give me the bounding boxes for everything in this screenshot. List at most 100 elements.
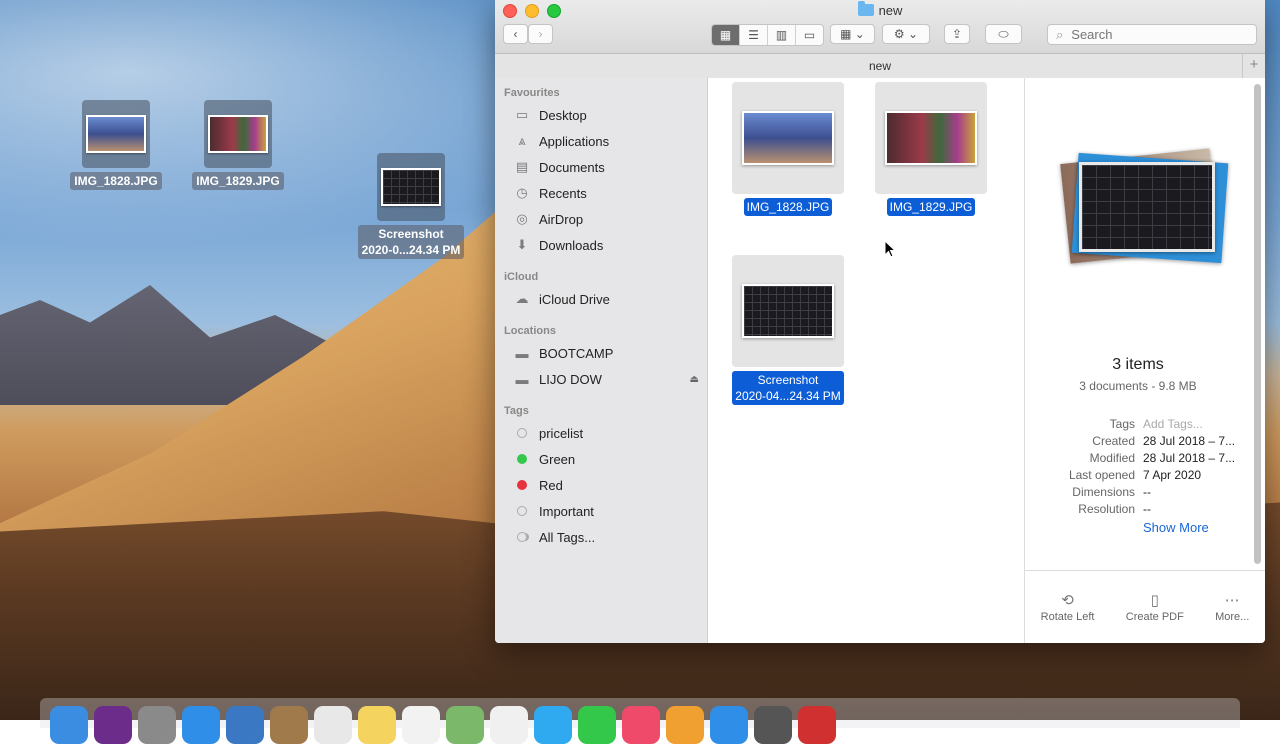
dock-calendar-icon[interactable] xyxy=(314,706,352,744)
dock-contacts-icon[interactable] xyxy=(270,706,308,744)
share-button[interactable]: ⇪ xyxy=(944,24,970,44)
desktop-file-img-1829[interactable]: IMG_1829.JPG xyxy=(168,100,308,190)
sidebar: Favourites ▭ Desktop ⩓ Applications ▤ Docum… xyxy=(495,78,708,643)
group-by-button[interactable]: ▦ ⌄ xyxy=(830,24,875,44)
show-more-link[interactable]: Show More xyxy=(1143,520,1209,535)
sidebar-item-airdrop[interactable]: ◎ AirDrop xyxy=(495,206,707,232)
clock-icon: ◷ xyxy=(516,185,528,200)
sidebar-tag-all-tags[interactable]: All Tags... xyxy=(495,524,707,550)
dock-facetime-icon[interactable] xyxy=(578,706,616,744)
desktop-file-label: Screenshot 2020-0...24.34 PM xyxy=(357,225,465,259)
sidebar-section-tags: Tags xyxy=(504,405,529,417)
sidebar-item-downloads[interactable]: ⬇ Downloads xyxy=(495,232,707,258)
action-button[interactable]: ⚙ ⌄ xyxy=(882,24,930,44)
image-thumbnail xyxy=(204,100,272,168)
image-thumbnail xyxy=(82,100,150,168)
airdrop-icon: ◎ xyxy=(516,211,528,226)
image-thumbnail xyxy=(732,82,844,194)
gear-icon: ⚙ ⌄ xyxy=(893,27,919,41)
sidebar-tag-pricelist[interactable]: pricelist xyxy=(495,420,707,446)
add-tags-field[interactable]: Add Tags... xyxy=(1143,416,1203,433)
meta-row-modified: Modified 28 Jul 2018 – 7... xyxy=(1089,451,1236,465)
meta-row-resolution: Resolution -- xyxy=(1078,502,1151,516)
file-item-screenshot[interactable]: Screenshot 2020-04...24.34 PM xyxy=(718,255,858,405)
tags-button[interactable]: ⬭ xyxy=(985,24,1022,44)
desktop-file-img-1828[interactable]: IMG_1828.JPG xyxy=(46,100,186,190)
dock-maps-icon[interactable] xyxy=(446,706,484,744)
desktop-icon: ▭ xyxy=(515,107,529,122)
sidebar-section-icloud: iCloud xyxy=(504,271,539,283)
meta-row-dimensions: Dimensions -- xyxy=(1072,485,1151,499)
create-pdf-button[interactable]: ▯ Create PDF xyxy=(1126,591,1184,623)
file-item-img-1829[interactable]: IMG_1829.JPG xyxy=(861,82,1001,216)
gallery-view-button[interactable]: ▭ xyxy=(796,25,823,45)
icon-view-button[interactable]: ▦ xyxy=(712,25,740,45)
sidebar-item-recents[interactable]: ◷ Recents xyxy=(495,180,707,206)
cloud-icon: ☁ xyxy=(515,291,529,306)
dock-safari-icon[interactable] xyxy=(182,706,220,744)
search-input[interactable] xyxy=(1069,26,1244,43)
dock-chrome-icon[interactable] xyxy=(798,706,836,744)
sidebar-item-lijo-dow[interactable]: ▬ LIJO DOW ⏏ xyxy=(495,366,707,392)
list-view-button[interactable]: ☰ xyxy=(740,25,768,45)
preview-summary: 3 documents - 9.8 MB xyxy=(1079,379,1197,393)
dock-system-preferences-icon[interactable] xyxy=(754,706,792,744)
desktop-file-screenshot[interactable]: Screenshot 2020-0...24.34 PM xyxy=(341,153,481,259)
sidebar-section-locations: Locations xyxy=(504,325,556,337)
sidebar-item-applications[interactable]: ⩓ Applications xyxy=(495,128,707,154)
tab-title: new xyxy=(868,59,891,73)
dock-reminders-icon[interactable] xyxy=(402,706,440,744)
window-title: new xyxy=(495,1,1265,18)
quick-actions: ⟲ Rotate Left ▯ Create PDF ⋯ More... xyxy=(1025,570,1265,643)
dock-siri-icon[interactable] xyxy=(94,706,132,744)
file-label: IMG_1828.JPG xyxy=(743,198,833,216)
dock-books-icon[interactable] xyxy=(666,706,704,744)
dock-finder-icon[interactable] xyxy=(50,706,88,744)
dock-music-icon[interactable] xyxy=(622,706,660,744)
preview-item-count: 3 items xyxy=(1112,356,1164,373)
file-label: Screenshot 2020-04...24.34 PM xyxy=(732,371,844,405)
file-grid: IMG_1828.JPG IMG_1829.JPG Screenshot 2020… xyxy=(708,78,1024,643)
tag-dot-icon xyxy=(517,480,527,490)
chevron-right-icon: › xyxy=(538,27,543,41)
dock-messages-icon[interactable] xyxy=(534,706,572,744)
meta-row-created: Created 28 Jul 2018 – 7... xyxy=(1092,434,1236,448)
meta-row-tags: Tags Add Tags... xyxy=(1109,416,1203,433)
pdf-icon: ▯ xyxy=(1150,592,1159,609)
dock-photos-icon[interactable] xyxy=(490,706,528,744)
sidebar-item-bootcamp[interactable]: ▬ BOOTCAMP xyxy=(495,340,707,366)
eject-icon[interactable]: ⏏ xyxy=(690,374,699,385)
preview-stack-image xyxy=(1060,148,1229,268)
sidebar-item-documents[interactable]: ▤ Documents xyxy=(495,154,707,180)
new-tab-button[interactable]: + xyxy=(1242,54,1265,78)
desktop-file-label: IMG_1829.JPG xyxy=(192,172,284,190)
disk-icon: ▬ xyxy=(515,345,529,361)
sidebar-tag-green[interactable]: Green xyxy=(495,446,707,472)
sidebar-item-desktop[interactable]: ▭ Desktop xyxy=(495,102,707,128)
disk-icon: ▬ xyxy=(515,371,529,387)
back-button[interactable]: ‹ xyxy=(503,24,528,44)
sidebar-section-favourites: Favourites xyxy=(504,87,560,99)
rotate-left-button[interactable]: ⟲ Rotate Left xyxy=(1041,591,1095,623)
column-view-button[interactable]: ▥ xyxy=(768,25,796,45)
download-icon: ⬇ xyxy=(516,237,528,252)
preview-pane: 3 items 3 documents - 9.8 MB Tags Add Tag… xyxy=(1024,78,1265,643)
document-icon: ▤ xyxy=(515,159,529,174)
dock-mail-icon[interactable] xyxy=(226,706,264,744)
share-icon: ⇪ xyxy=(951,27,963,41)
dock-launchpad-icon[interactable] xyxy=(138,706,176,744)
dock-app-store-icon[interactable] xyxy=(710,706,748,744)
image-thumbnail xyxy=(875,82,987,194)
tag-dot-icon xyxy=(517,428,527,438)
forward-button[interactable]: › xyxy=(528,24,553,44)
sidebar-tag-important[interactable]: Important xyxy=(495,498,707,524)
search-field[interactable]: ⌕ xyxy=(1047,24,1257,45)
dock-notes-icon[interactable] xyxy=(358,706,396,744)
tag-dot-icon xyxy=(517,506,527,516)
file-item-img-1828[interactable]: IMG_1828.JPG xyxy=(718,82,858,216)
folder-icon xyxy=(857,1,874,16)
more-button[interactable]: ⋯ More... xyxy=(1215,591,1249,623)
sidebar-item-icloud-drive[interactable]: ☁ iCloud Drive xyxy=(495,286,707,312)
sidebar-tag-red[interactable]: Red xyxy=(495,472,707,498)
title-bar: new ‹ › ▦ ☰ ▥ ▭ ▦ ⌄ ⚙ ⌄ ⇪ ⬭ ⌕ xyxy=(495,0,1265,54)
